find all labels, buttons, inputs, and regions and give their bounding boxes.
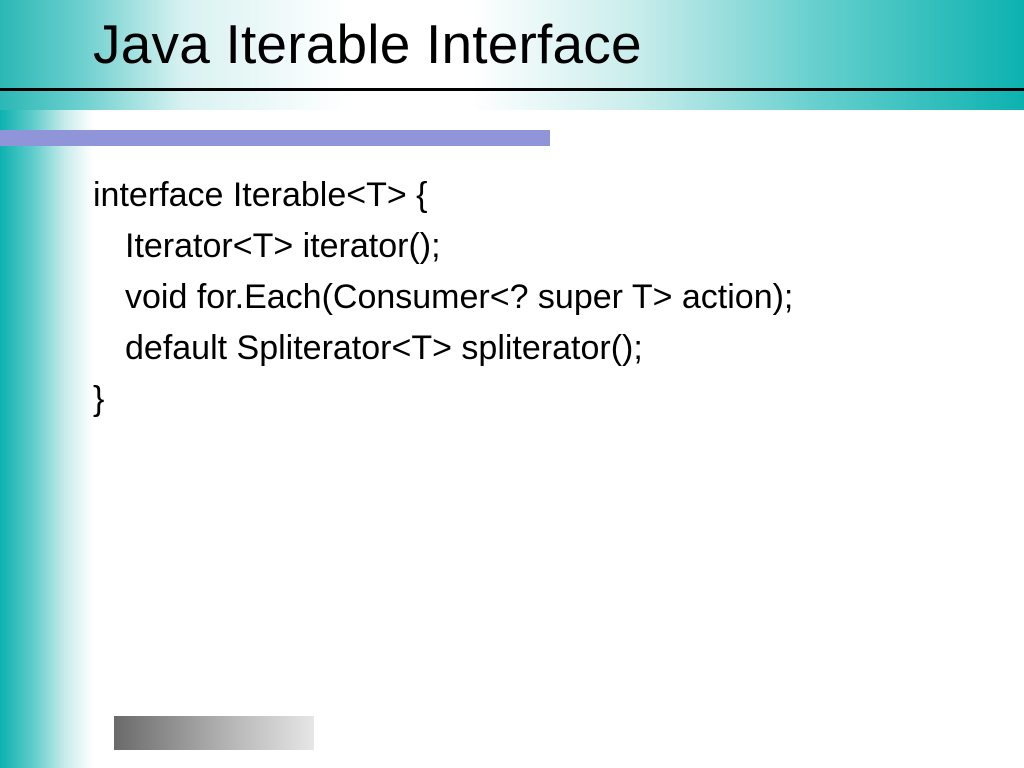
code-line: interface Iterable<T> {	[93, 170, 994, 221]
code-line: }	[93, 374, 994, 425]
code-line: void for.Each(Consumer<? super T> action…	[93, 272, 994, 323]
title-underline	[0, 88, 1024, 91]
code-block: interface Iterable<T> { Iterator<T> iter…	[93, 170, 994, 425]
code-line: default Spliterator<T> spliterator();	[93, 323, 994, 374]
slide: Java Iterable Interface interface Iterab…	[0, 0, 1024, 768]
page-title: Java Iterable Interface	[93, 12, 642, 76]
code-line: Iterator<T> iterator();	[93, 221, 994, 272]
accent-bar	[0, 130, 550, 146]
left-gradient	[0, 110, 93, 768]
footer-gradient-box	[114, 716, 314, 750]
